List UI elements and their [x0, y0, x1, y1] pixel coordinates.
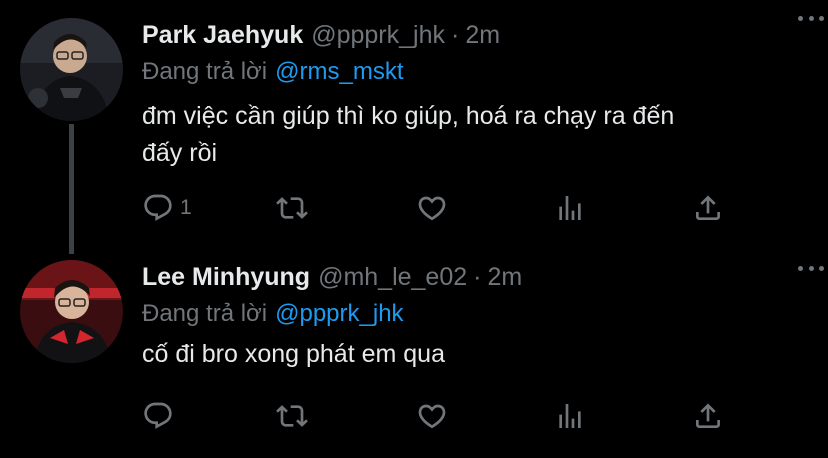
- display-name[interactable]: Lee Minhyung: [142, 263, 310, 292]
- tweet-actions: 1: [142, 190, 742, 226]
- reply-button[interactable]: [142, 398, 180, 434]
- display-name[interactable]: Park Jaehyuk: [142, 21, 303, 50]
- tweet-content: Park Jaehyuk @ppprk_jhk · 2m Đang trả lờ…: [142, 18, 808, 172]
- avatar[interactable]: [20, 18, 123, 121]
- replying-to-label: Đang trả lời: [142, 300, 268, 327]
- share-icon: [696, 195, 720, 220]
- tweet-actions: [142, 398, 742, 434]
- replying-to-line: Đang trả lời @ppprk_jhk: [142, 296, 808, 332]
- reply-icon: [144, 194, 172, 221]
- tweet-text: cố đi bro xong phát em qua: [142, 340, 445, 368]
- avatar[interactable]: [20, 260, 123, 363]
- reply-icon: [144, 402, 172, 429]
- tweet-header: Lee Minhyung @mh_le_e02 · 2m: [142, 260, 808, 294]
- retweet-button[interactable]: [276, 398, 308, 434]
- retweet-icon: [276, 197, 308, 219]
- replying-to-line: Đang trả lời @rms_mskt: [142, 54, 808, 90]
- replying-to-mention[interactable]: @ppprk_jhk: [275, 300, 403, 328]
- tweet[interactable]: Park Jaehyuk @ppprk_jhk · 2m Đang trả lờ…: [0, 0, 828, 254]
- reply-count: 1: [180, 196, 192, 219]
- like-button[interactable]: [416, 190, 448, 226]
- retweet-icon: [276, 405, 308, 427]
- timestamp[interactable]: 2m: [465, 21, 500, 50]
- separator-dot: ·: [451, 20, 460, 49]
- username-handle[interactable]: @ppprk_jhk: [311, 21, 445, 50]
- separator-dot: ·: [473, 262, 482, 291]
- replying-to-mention[interactable]: @rms_mskt: [275, 58, 403, 86]
- retweet-button[interactable]: [276, 190, 308, 226]
- views-button[interactable]: [554, 398, 586, 434]
- timestamp[interactable]: 2m: [487, 263, 522, 292]
- share-button[interactable]: [692, 190, 724, 226]
- thread-connector-line: [69, 124, 74, 254]
- replying-to-label: Đang trả lời: [142, 58, 268, 85]
- tweet-content: Lee Minhyung @mh_le_e02 · 2m Đang trả lờ…: [142, 260, 808, 373]
- tweet-text: đm việc cần giúp thì ko giúp, hoá ra chạ…: [142, 102, 675, 167]
- tweet[interactable]: Lee Minhyung @mh_le_e02 · 2m Đang trả lờ…: [0, 250, 828, 458]
- share-icon: [696, 403, 720, 428]
- tweet-header: Park Jaehyuk @ppprk_jhk · 2m: [142, 18, 808, 52]
- more-options-icon[interactable]: [798, 258, 824, 278]
- reply-button[interactable]: 1: [142, 190, 192, 226]
- like-icon: [418, 196, 446, 221]
- views-icon: [559, 196, 581, 220]
- share-button[interactable]: [692, 398, 724, 434]
- like-button[interactable]: [416, 398, 448, 434]
- views-button[interactable]: [554, 190, 586, 226]
- username-handle[interactable]: @mh_le_e02: [318, 263, 467, 292]
- like-icon: [418, 404, 446, 429]
- more-options-icon[interactable]: [798, 8, 824, 28]
- views-icon: [559, 404, 581, 428]
